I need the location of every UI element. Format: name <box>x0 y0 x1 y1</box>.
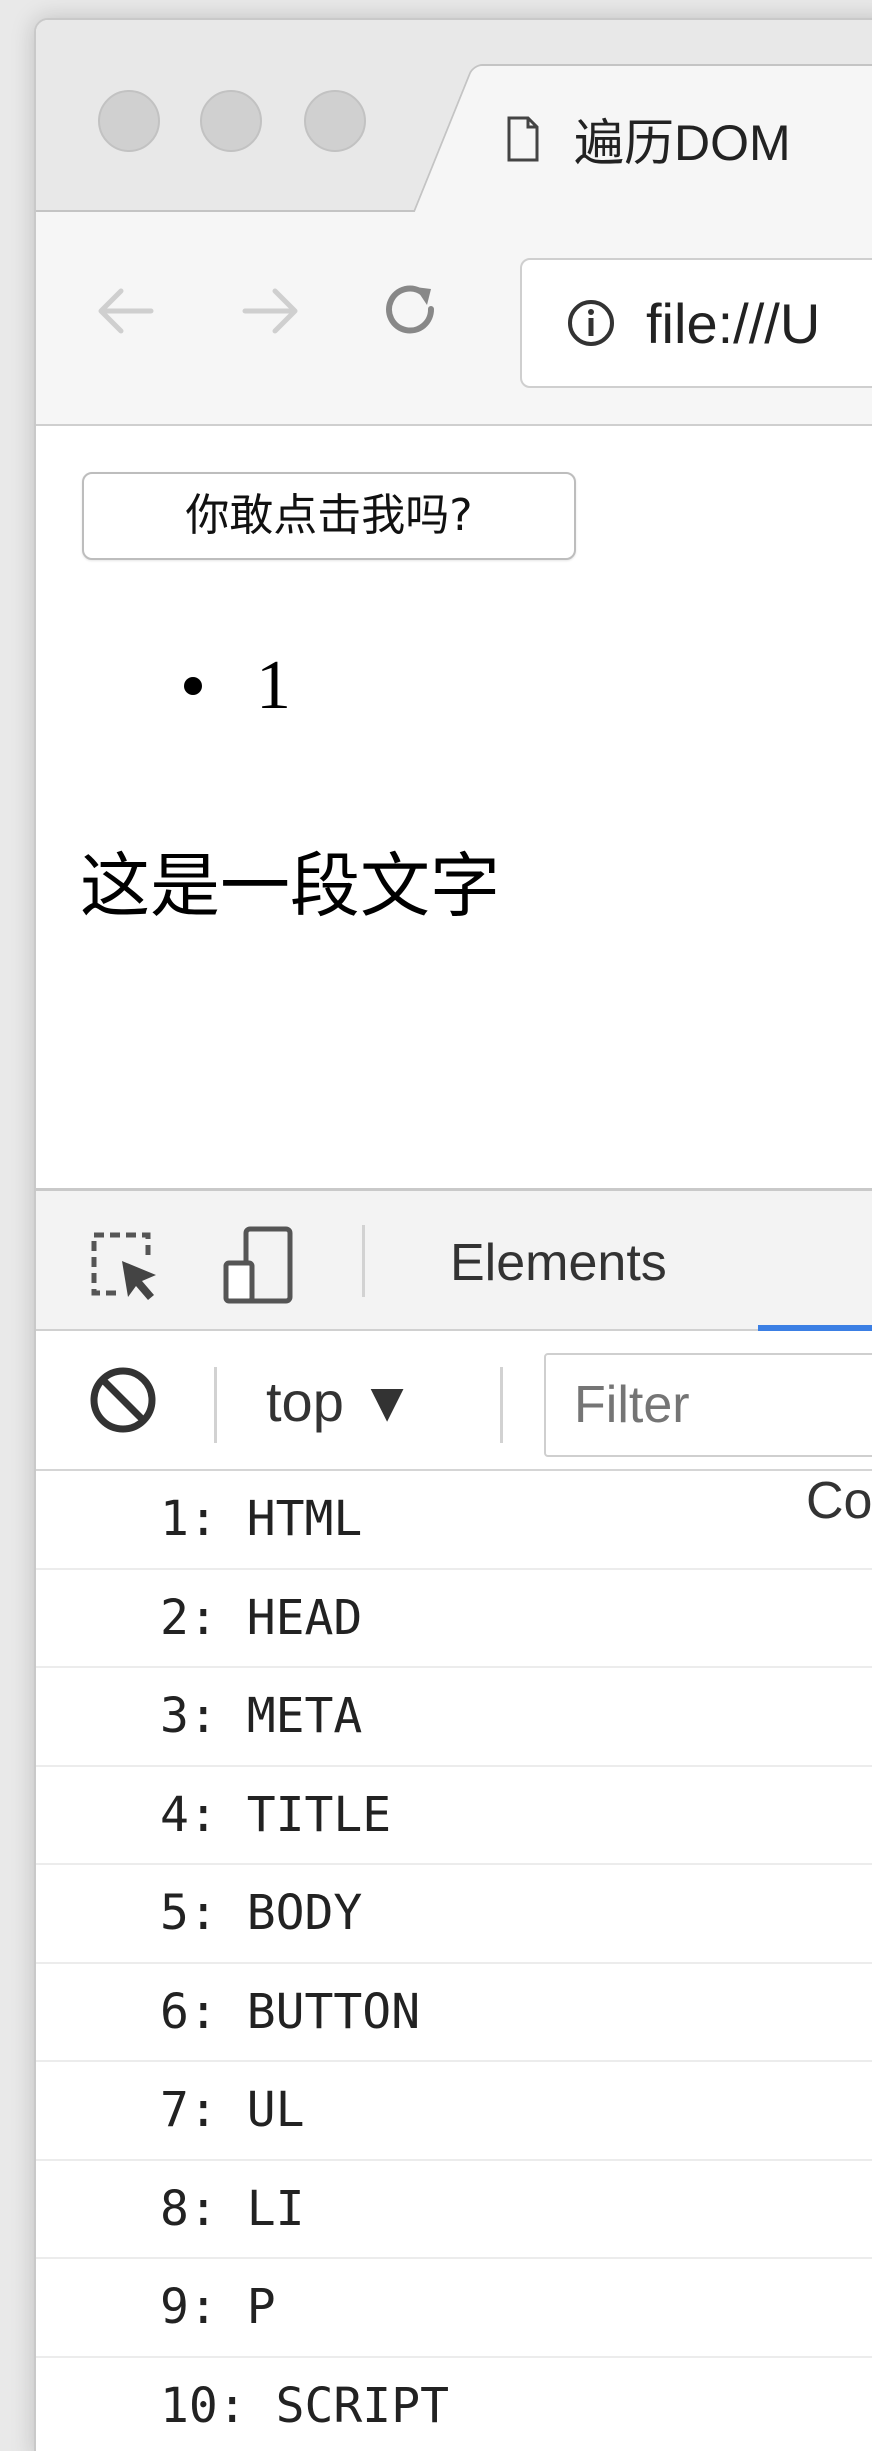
arrow-right-icon <box>242 288 298 334</box>
clear-console-icon[interactable] <box>86 1363 160 1437</box>
console-log-row: 5: BODY <box>36 1865 872 1964</box>
browser-window: 遍历DOM file:///U 你敢点击我吗? 1 这是一段文字 Element… <box>34 18 872 2451</box>
page-viewport: 你敢点击我吗? 1 这是一段文字 <box>36 426 872 1206</box>
list-item: 1 <box>184 646 291 726</box>
context-selector[interactable]: top ▼ <box>266 1369 415 1434</box>
forward-button[interactable] <box>226 266 316 356</box>
devtools-tabbar: Elements Co <box>36 1191 872 1530</box>
console-log-row: 8: LI <box>36 2161 872 2259</box>
close-window-button[interactable] <box>98 90 160 152</box>
arrow-left-icon <box>98 288 154 334</box>
console-log-row: 9: P <box>36 2259 872 2358</box>
toolbar-divider <box>362 1225 365 1297</box>
console-log-row: 10: SCRIPT <box>36 2358 872 2451</box>
info-icon <box>568 300 614 346</box>
console-toolbar: top ▼ <box>36 1331 872 1471</box>
inspect-element-button[interactable] <box>82 1223 166 1307</box>
toolbar-divider <box>500 1367 503 1443</box>
address-bar[interactable]: file:///U <box>520 258 872 388</box>
back-button[interactable] <box>80 266 170 356</box>
reload-button[interactable] <box>366 266 456 356</box>
device-mode-icon <box>223 1226 293 1304</box>
dare-click-button[interactable]: 你敢点击我吗? <box>82 472 576 560</box>
tab-title: 遍历DOM <box>574 115 791 171</box>
url-text: file:///U <box>646 291 821 355</box>
console-log: 1: HTML 2: HEAD 3: META 4: TITLE 5: BODY… <box>36 1471 872 2451</box>
tab-elements[interactable]: Elements <box>450 1233 667 1293</box>
inspect-cursor-icon <box>91 1232 156 1300</box>
reload-icon <box>386 285 435 334</box>
console-log-row: 4: TITLE <box>36 1767 872 1865</box>
devtools-panel: Elements Co top ▼ 1: HTML 2: HEAD 3: MET… <box>36 1188 872 2451</box>
filter-input[interactable] <box>544 1353 872 1457</box>
device-toolbar-button[interactable] <box>216 1223 300 1307</box>
document-icon <box>507 116 539 162</box>
browser-toolbar: file:///U <box>36 212 872 426</box>
bullet-icon <box>184 677 202 695</box>
paragraph: 这是一段文字 <box>80 845 500 927</box>
console-log-row: 1: HTML <box>36 1471 872 1570</box>
console-log-row: 7: UL <box>36 2062 872 2161</box>
console-log-row: 3: META <box>36 1668 872 1767</box>
console-log-row: 2: HEAD <box>36 1570 872 1668</box>
minimize-window-button[interactable] <box>200 90 262 152</box>
toolbar-divider <box>214 1367 217 1443</box>
browser-tab-content[interactable]: 遍历DOM <box>506 94 791 184</box>
list-item-text: 1 <box>256 647 291 724</box>
console-log-row: 6: BUTTON <box>36 1964 872 2062</box>
maximize-window-button[interactable] <box>304 90 366 152</box>
title-bar: 遍历DOM <box>36 20 872 214</box>
